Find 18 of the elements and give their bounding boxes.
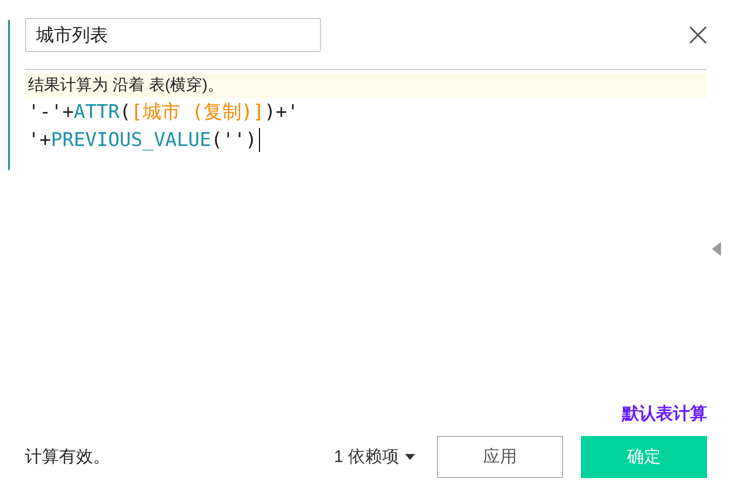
status-text: 计算有效。 <box>25 446 110 468</box>
formula-editor[interactable]: '-'+ATTR([城市 (复制)])+' '+PREVIOUS_VALUE('') <box>25 98 707 400</box>
function-token: PREVIOUS_VALUE <box>50 128 212 153</box>
code-token: ('') <box>211 128 257 153</box>
dependencies-dropdown[interactable]: 1 依赖项 <box>334 444 415 470</box>
code-token: ( <box>120 100 131 125</box>
function-token: ATTR <box>74 100 120 125</box>
caret-icon <box>405 454 415 460</box>
code-token: '+ <box>28 128 51 153</box>
name-field[interactable]: 城市列表 <box>25 18 321 52</box>
field-token: [城市 (复制)] <box>130 100 264 125</box>
code-token: '-'+ <box>28 100 74 125</box>
hint-text: 结果计算为 沿着 表(横穿)。 <box>25 73 707 98</box>
collapse-arrow-icon[interactable] <box>712 242 721 256</box>
apply-button[interactable]: 应用 <box>437 436 563 478</box>
close-icon[interactable] <box>689 26 707 44</box>
default-table-calc-link[interactable]: 默认表计算 <box>622 400 707 426</box>
code-token: )+' <box>264 100 299 125</box>
